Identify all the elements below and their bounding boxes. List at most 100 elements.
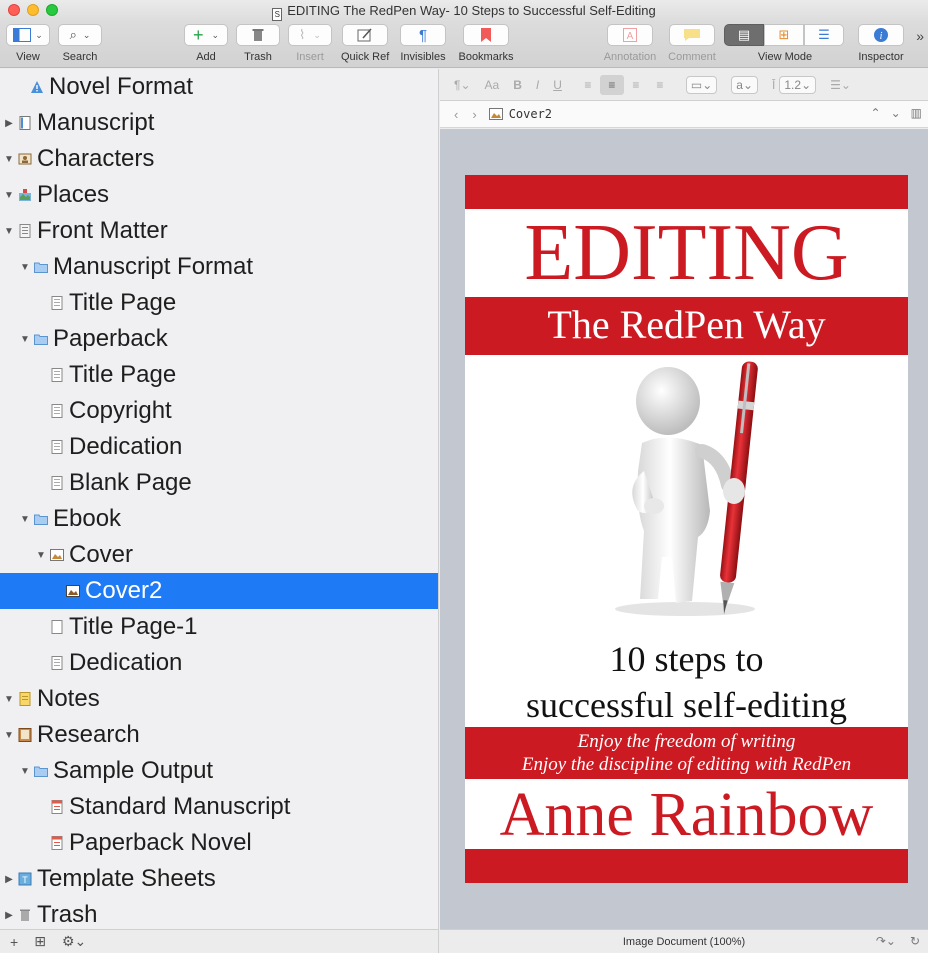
line-spacing-icon: Ī — [772, 77, 776, 92]
justify-icon[interactable]: ≡ — [648, 75, 672, 95]
add-folder-icon[interactable]: ⊞ — [34, 933, 46, 950]
rotate-menu-icon[interactable]: ↷⌄ — [876, 934, 896, 948]
text-color-menu[interactable]: ▭⌄ — [685, 75, 718, 94]
reload-icon[interactable]: ↻ — [910, 934, 920, 948]
binder-item-trash[interactable]: ▶ Trash — [0, 897, 438, 929]
split-view-icon[interactable]: ▥ — [911, 106, 922, 120]
pilcrow-icon: ¶ — [400, 24, 446, 46]
list-icon[interactable]: ☰⌄ — [830, 78, 851, 92]
gear-icon[interactable]: ⚙⌄ — [62, 933, 86, 950]
binder-item-cover[interactable]: ▼ Cover — [0, 537, 438, 573]
disclosure-expanded-icon[interactable]: ▼ — [20, 262, 30, 273]
disclosure-expanded-icon[interactable]: ▼ — [4, 190, 14, 201]
chevron-down-icon[interactable]: ⌄ — [891, 106, 901, 120]
figure-with-pen-illustration — [615, 361, 758, 616]
align-center-icon[interactable]: ≡ — [599, 74, 624, 95]
binder-footer: + ⊞ ⚙⌄ — [0, 929, 439, 953]
binder-item-title-page[interactable]: Title Page — [0, 285, 438, 321]
disclosure-collapsed-icon[interactable]: ▶ — [4, 910, 14, 921]
invisibles-button[interactable]: ¶ Invisibles — [398, 24, 448, 63]
view-mode-control[interactable]: ▤ ⊞ ☰ View Mode — [724, 24, 846, 63]
image-editor: EDITING The RedPen Way 10 steps to succe… — [440, 129, 928, 929]
toolbar-overflow-icon[interactable]: » — [916, 28, 924, 44]
font-menu[interactable]: a ⌄ — [731, 75, 759, 94]
binder-item-paperback-novel[interactable]: Paperback Novel — [0, 825, 438, 861]
cover-title: EDITING — [524, 209, 849, 297]
binder-item-blank-page[interactable]: Blank Page — [0, 465, 438, 501]
search-button[interactable]: ⌕ ⌄ Search — [58, 24, 102, 63]
places-icon — [18, 188, 32, 202]
add-button[interactable]: + ⌄ Add — [184, 24, 228, 63]
binder-item-ebook[interactable]: ▼ Ebook — [0, 501, 438, 537]
paragraph-style-icon[interactable]: ¶⌄ — [454, 78, 471, 92]
cover-slogan-line1: Enjoy the freedom of writing — [577, 731, 796, 752]
disclosure-expanded-icon[interactable]: ▼ — [4, 694, 14, 705]
align-right-icon[interactable]: ≡ — [624, 75, 648, 95]
add-item-icon[interactable]: + — [10, 934, 18, 950]
binder-item-paperback[interactable]: ▼ Paperback — [0, 321, 438, 357]
cover-tagline-line2: successful self-editing — [526, 685, 847, 725]
cover-top-band — [465, 175, 908, 209]
disclosure-expanded-icon[interactable]: ▼ — [20, 766, 30, 777]
document-title[interactable]: Cover2 — [488, 107, 552, 121]
disclosure-collapsed-icon[interactable]: ▶ — [4, 874, 14, 885]
corkboard-mode-icon[interactable]: ⊞ — [764, 24, 804, 46]
binder-item-sample-output[interactable]: ▼ Sample Output — [0, 753, 438, 789]
plus-icon: + ⌄ — [184, 24, 228, 46]
binder-item-novel-format[interactable]: Novel Format — [0, 69, 438, 105]
disclosure-collapsed-icon[interactable]: ▶ — [4, 118, 14, 129]
underline-button[interactable]: U — [553, 78, 562, 92]
toolbar: ⌄ View ⌕ ⌄ Search + ⌄ Add Trash ⌇ ⌄ Insert … — [0, 22, 928, 68]
chevron-up-icon[interactable]: ⌃ — [871, 106, 881, 120]
binder-item-notes[interactable]: ▼ Notes — [0, 681, 438, 717]
font-size-button[interactable]: Aa — [485, 78, 500, 92]
binder-item-places[interactable]: ▼ Places — [0, 177, 438, 213]
binder-item-template-sheets[interactable]: ▶ T Template Sheets — [0, 861, 438, 897]
cover-bottom-band — [465, 849, 908, 883]
forward-arrow-icon[interactable]: › — [472, 107, 476, 122]
insert-button[interactable]: ⌇ ⌄ Insert — [288, 24, 332, 63]
binder-item-ebook-dedication[interactable]: Dedication — [0, 645, 438, 681]
disclosure-expanded-icon[interactable]: ▼ — [4, 226, 14, 237]
binder-item-research[interactable]: ▼ Research — [0, 717, 438, 753]
disclosure-expanded-icon[interactable]: ▼ — [4, 154, 14, 165]
align-left-icon[interactable]: ≡ — [576, 75, 600, 95]
disclosure-expanded-icon[interactable]: ▼ — [20, 334, 30, 345]
scrivenings-mode-icon[interactable]: ▤ — [724, 24, 764, 46]
binder-item-paperback-title-page[interactable]: Title Page — [0, 357, 438, 393]
comment-button[interactable]: Comment — [664, 24, 720, 63]
disclosure-expanded-icon[interactable]: ▼ — [20, 514, 30, 525]
folder-icon — [34, 512, 48, 526]
title-bar: S EDITING The RedPen Way- 10 Steps to Suc… — [0, 0, 928, 22]
binder-item-standard-manuscript[interactable]: Standard Manuscript — [0, 789, 438, 825]
binder-item-cover2[interactable]: Cover2 — [0, 573, 438, 609]
disclosure-expanded-icon[interactable]: ▼ — [36, 550, 46, 561]
inspector-button[interactable]: i Inspector — [856, 24, 906, 63]
quick-ref-icon — [342, 24, 388, 46]
warning-icon — [30, 80, 44, 94]
view-button[interactable]: ⌄ View — [6, 24, 50, 63]
quick-ref-button[interactable]: Quick Ref — [341, 24, 389, 63]
trash-button[interactable]: Trash — [236, 24, 280, 63]
bold-button[interactable]: B — [513, 78, 522, 92]
sidebar-icon: ⌄ — [6, 24, 50, 46]
editor-header: ‹ › Cover2 ⌃ ⌄ ▥ — [440, 101, 928, 128]
binder-item-front-matter[interactable]: ▼ Front Matter — [0, 213, 438, 249]
line-spacing-menu[interactable]: 1.2 ⌄ — [779, 75, 817, 94]
binder-item-manuscript-format[interactable]: ▼ Manuscript Format — [0, 249, 438, 285]
image-icon — [66, 584, 80, 598]
italic-button[interactable]: I — [536, 78, 539, 92]
binder-item-characters[interactable]: ▼ Characters — [0, 141, 438, 177]
binder-item-copyright[interactable]: Copyright — [0, 393, 438, 429]
outline-mode-icon[interactable]: ☰ — [804, 24, 844, 46]
document-icon — [50, 656, 64, 670]
binder-item-title-page-1[interactable]: Title Page-1 — [0, 609, 438, 645]
binder-item-manuscript[interactable]: ▶ Manuscript — [0, 105, 438, 141]
disclosure-expanded-icon[interactable]: ▼ — [4, 730, 14, 741]
binder-item-dedication[interactable]: Dedication — [0, 429, 438, 465]
cover-tagline-line1: 10 steps to — [609, 639, 764, 679]
annotation-button[interactable]: A Annotation — [600, 24, 660, 63]
paperclip-icon: ⌇ ⌄ — [288, 24, 332, 46]
bookmarks-button[interactable]: Bookmarks — [458, 24, 514, 63]
back-arrow-icon[interactable]: ‹ — [454, 107, 458, 122]
